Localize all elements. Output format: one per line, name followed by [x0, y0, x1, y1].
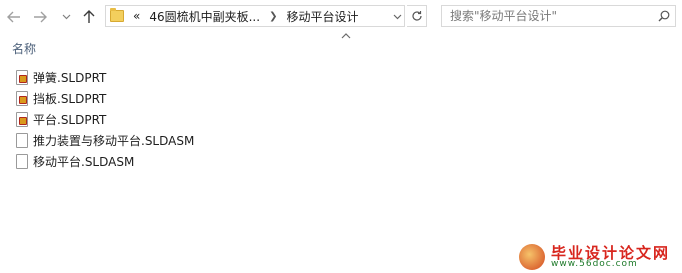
search-input[interactable] [442, 7, 653, 25]
file-name: 移动平台.SLDASM [33, 155, 135, 169]
chevron-down-icon [393, 14, 401, 20]
file-row[interactable]: 推力装置与移动平台.SLDASM [16, 130, 194, 151]
arrow-right-icon [34, 11, 47, 23]
breadcrumb-current[interactable]: 移动平台设计 [286, 8, 358, 25]
breadcrumb-separator-icon[interactable]: ❯ [269, 11, 277, 22]
sldprt-file-icon [16, 70, 28, 85]
file-row[interactable]: 移动平台.SLDASM [16, 151, 194, 172]
file-row[interactable]: 平台.SLDPRT [16, 109, 194, 130]
folder-icon [110, 8, 124, 22]
back-button[interactable] [5, 8, 23, 26]
watermark-logo-icon [519, 244, 545, 270]
file-name: 挡板.SLDPRT [33, 92, 107, 106]
watermark-url: www.56doc.com [551, 259, 638, 269]
forward-button[interactable] [31, 8, 49, 26]
arrow-left-icon [7, 11, 20, 23]
breadcrumb-parent[interactable]: 46圆梳机中副夹板... [149, 8, 260, 25]
sldprt-file-icon [16, 91, 28, 106]
address-bar[interactable]: « 46圆梳机中副夹板... ❯ 移动平台设计 [105, 5, 405, 27]
watermark: 毕业设计论文网 www.56doc.com [515, 241, 680, 271]
file-name: 平台.SLDPRT [33, 113, 107, 127]
refresh-button[interactable] [407, 5, 427, 27]
sldasm-file-icon [16, 133, 28, 148]
search-icon[interactable] [653, 10, 675, 22]
sldasm-file-icon [16, 154, 28, 169]
sldprt-file-icon [16, 112, 28, 127]
arrow-up-icon [83, 10, 95, 23]
breadcrumb-overflow[interactable]: « [133, 9, 140, 23]
recent-locations-button[interactable] [60, 8, 72, 26]
file-row[interactable]: 弹簧.SLDPRT [16, 67, 194, 88]
column-header-name[interactable]: 名称 [12, 40, 36, 57]
chevron-down-icon [62, 14, 70, 20]
file-list: 弹簧.SLDPRT 挡板.SLDPRT 平台.SLDPRT 推力装置与移动平台.… [16, 67, 194, 172]
up-button[interactable] [80, 8, 98, 26]
file-name: 弹簧.SLDPRT [33, 71, 107, 85]
address-dropdown-button[interactable] [389, 8, 405, 26]
search-box[interactable] [441, 5, 676, 27]
file-row[interactable]: 挡板.SLDPRT [16, 88, 194, 109]
sort-ascending-icon [341, 31, 351, 42]
file-name: 推力装置与移动平台.SLDASM [33, 134, 195, 148]
refresh-icon [411, 11, 422, 21]
